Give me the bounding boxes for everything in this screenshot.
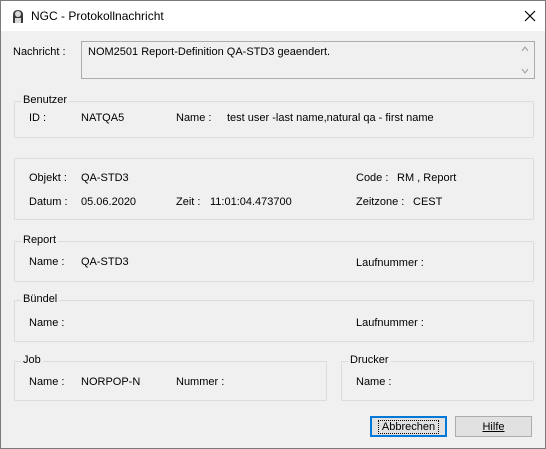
- group-drucker-title: Drucker: [348, 354, 391, 366]
- benutzer-name-label: Name :: [176, 112, 212, 124]
- benutzer-id-label: ID :: [29, 112, 47, 124]
- zeit-value: 11:01:04.473700: [210, 196, 292, 208]
- benutzer-id-value: NATQA5: [81, 112, 125, 124]
- buendel-name-label: Name :: [29, 317, 65, 329]
- zeitzone-label: Zeitzone :: [356, 196, 405, 208]
- scroll-up-icon[interactable]: [520, 44, 530, 54]
- datum-label: Datum :: [29, 196, 68, 208]
- hilfe-button[interactable]: Hilfe: [455, 416, 532, 437]
- group-buendel-title: Bündel: [21, 293, 60, 305]
- group-report-title: Report: [21, 234, 59, 246]
- job-nummer-label: Nummer :: [176, 376, 225, 388]
- message-textbox[interactable]: NOM2501 Report-Definition QA-STD3 geaend…: [81, 41, 535, 79]
- datum-value: 05.06.2020: [81, 196, 137, 208]
- objekt-label: Objekt :: [29, 172, 67, 184]
- close-button[interactable]: [515, 1, 545, 31]
- group-job-title: Job: [21, 354, 43, 366]
- drucker-name-label: Name :: [356, 376, 392, 388]
- group-benutzer-title: Benutzer: [21, 94, 70, 106]
- code-value: RM , Report: [397, 172, 457, 184]
- message-label: Nachricht :: [13, 46, 66, 58]
- zeitzone-value: CEST: [413, 196, 443, 208]
- scroll-down-icon[interactable]: [520, 66, 530, 76]
- zeit-label: Zeit :: [176, 196, 201, 208]
- abbrechen-button[interactable]: Abbrechen: [370, 416, 447, 437]
- job-name-value: NORPOP-N: [81, 376, 141, 388]
- window-title: NGC - Protokollnachricht: [31, 9, 164, 23]
- abbrechen-button-label: Abbrechen: [377, 419, 440, 434]
- dialog-window: NGC - Protokollnachricht Nachricht : NOM…: [0, 0, 546, 449]
- benutzer-name-value: test user -last name,natural qa - first …: [227, 112, 434, 124]
- group-buendel: Bündel: [14, 293, 534, 342]
- report-laufnummer-label: Laufnummer :: [356, 257, 424, 269]
- app-icon: [10, 8, 26, 24]
- job-name-label: Name :: [29, 376, 65, 388]
- report-name-label: Name :: [29, 256, 65, 268]
- hilfe-button-label: Hilfe: [482, 420, 505, 433]
- objekt-value: QA-STD3: [81, 172, 129, 184]
- message-text: NOM2501 Report-Definition QA-STD3 geaend…: [88, 46, 331, 58]
- buendel-laufnummer-label: Laufnummer :: [356, 317, 424, 329]
- close-icon: [524, 10, 536, 22]
- code-label: Code :: [356, 172, 389, 184]
- report-name-value: QA-STD3: [81, 256, 129, 268]
- group-objekt: [14, 158, 534, 220]
- title-bar[interactable]: NGC - Protokollnachricht: [1, 1, 545, 31]
